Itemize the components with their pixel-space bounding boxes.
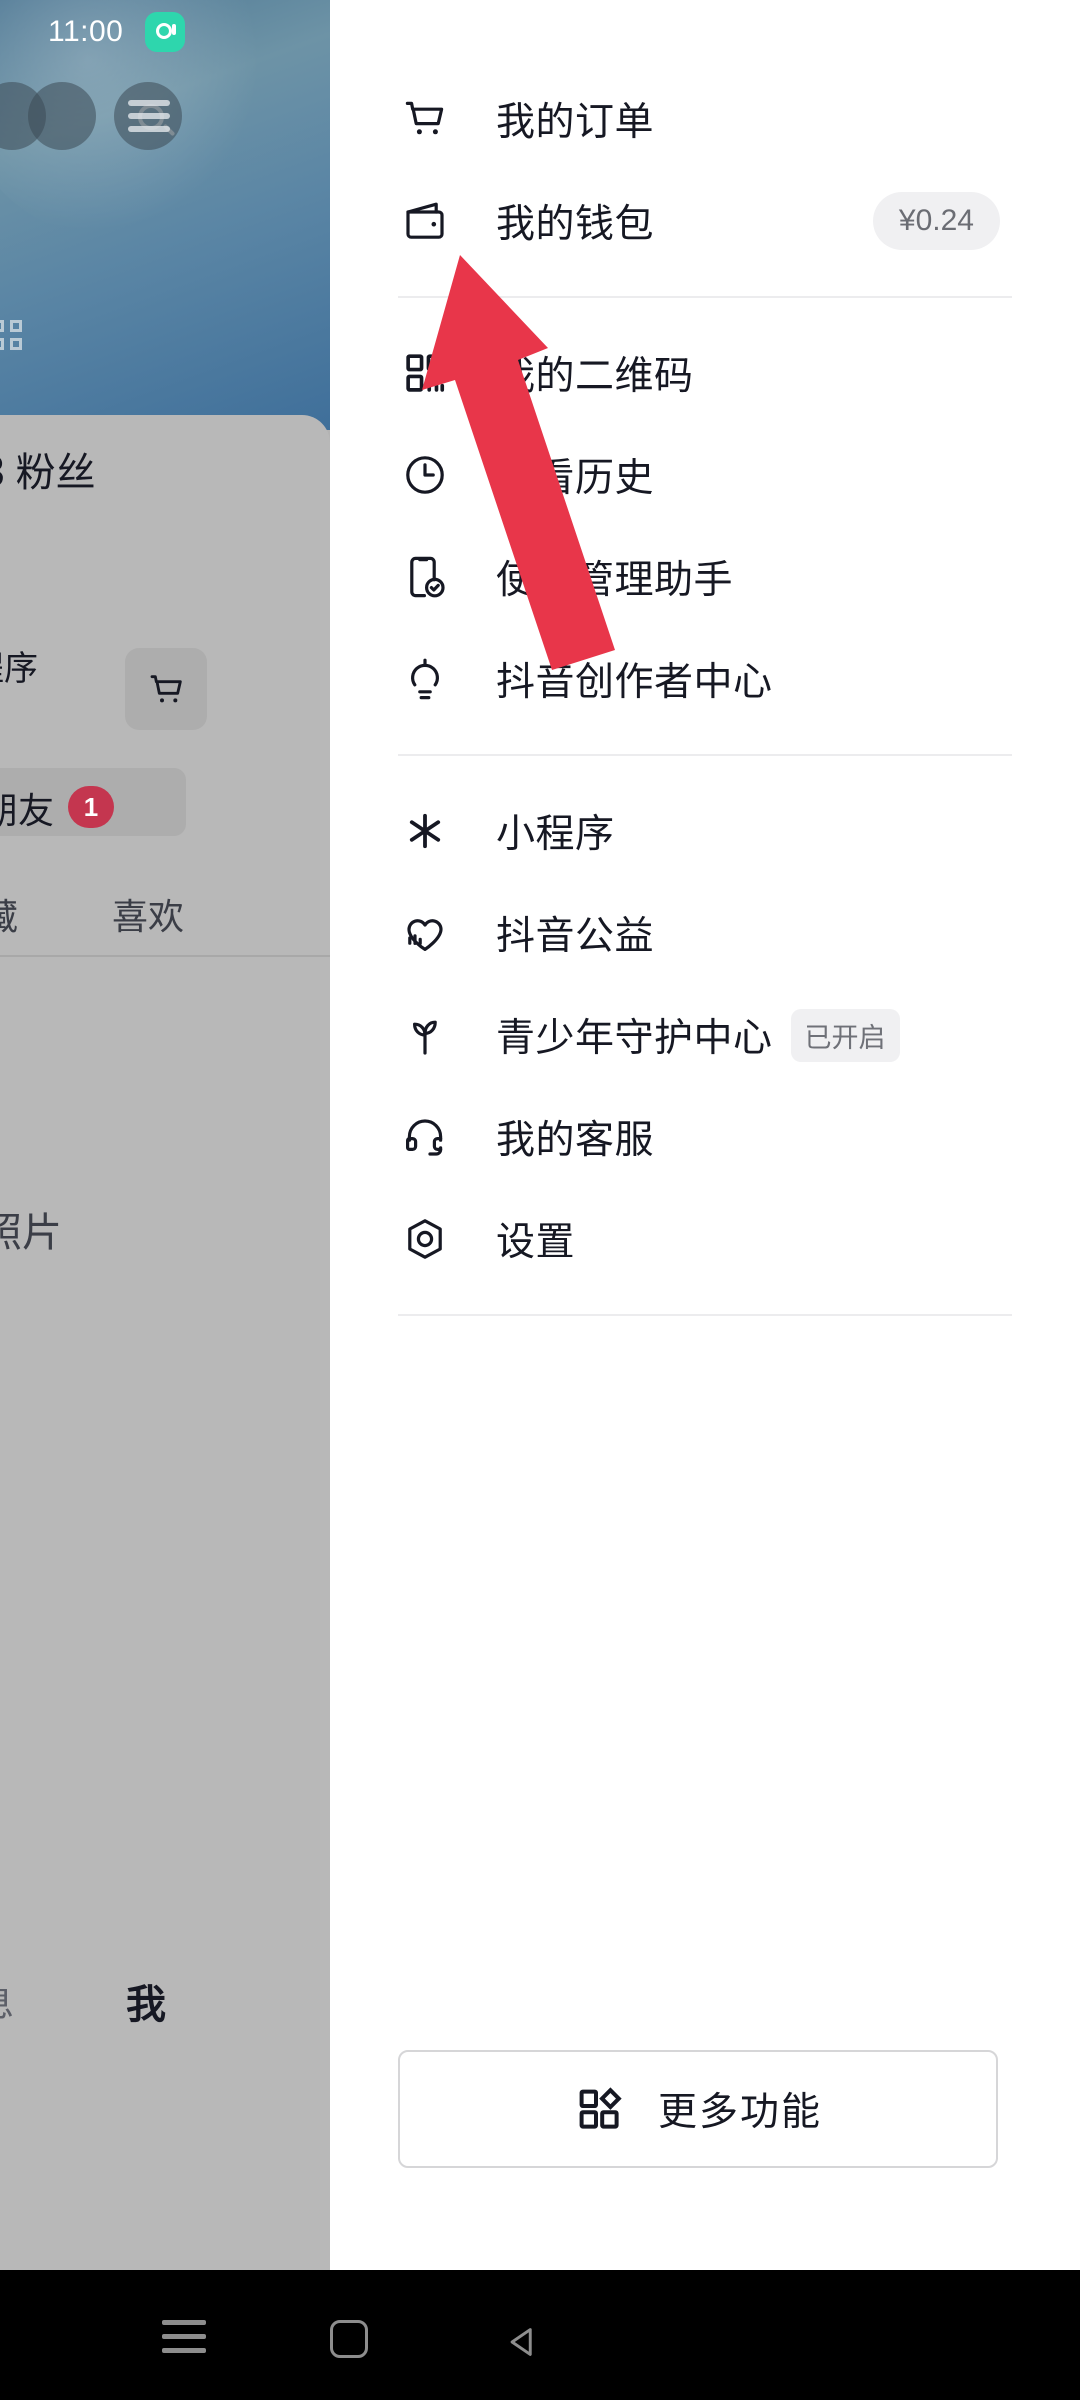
bottom-tab-me[interactable]: 我: [126, 1972, 166, 2030]
menu-item-label: 青少年守护中心: [496, 1017, 773, 1060]
background-profile-page[interactable]: 11:00 3 粉丝 程序 用: [0, 0, 330, 2270]
qr-code-icon: [398, 346, 452, 400]
apps-grid-icon: [574, 2085, 624, 2133]
menu-item-label: 我的客服: [496, 1119, 655, 1162]
fans-label: 粉丝: [15, 451, 96, 495]
menu-item-label: 抖音公益: [496, 915, 655, 958]
android-nav-bar: [0, 2270, 1080, 2400]
profile-header-banner: [0, 0, 330, 430]
gear-icon: [398, 1212, 452, 1266]
search-button[interactable]: [28, 82, 96, 150]
menu-item-label: 设置: [496, 1221, 576, 1264]
menu-section-primary: 我的订单 我的钱包 ¥0.24 我的二维码 观看历史 使用管理助手 抖音创作者中…: [330, 68, 1080, 1340]
wallet-balance-badge: ¥0.24: [872, 192, 1000, 250]
cart-shortcut-button[interactable]: [125, 648, 207, 730]
phone-screen: 11:00 3 粉丝 程序 用: [0, 0, 1080, 2400]
phone-check-icon: [398, 550, 452, 604]
program-subtitle: 用: [0, 694, 38, 735]
menu-item-watch-history[interactable]: 观看历史: [330, 424, 1080, 526]
menu-item-teen-guard[interactable]: 青少年守护中心 已开启: [330, 984, 1080, 1086]
hamburger-icon: [128, 100, 170, 134]
cart-icon: [398, 92, 452, 146]
cart-icon: [145, 670, 189, 710]
fans-stat[interactable]: 3 粉丝: [0, 440, 96, 498]
grid-icon: [0, 320, 34, 354]
friends-label: 朋友: [0, 790, 55, 831]
fans-count: 3: [0, 447, 4, 496]
menu-item-label: 抖音创作者中心: [496, 661, 773, 704]
menu-item-wallet[interactable]: 我的钱包 ¥0.24: [330, 170, 1080, 272]
clock-icon: [398, 448, 452, 502]
more-features-button[interactable]: 更多功能: [398, 2050, 998, 2168]
home-icon[interactable]: [330, 2320, 368, 2358]
heart-pulse-icon: [398, 906, 452, 960]
menu-item-orders[interactable]: 我的订单: [330, 68, 1080, 170]
menu-item-label: 我的二维码: [496, 355, 694, 398]
menu-item-label: 我的订单: [496, 101, 655, 144]
menu-item-usage-assistant[interactable]: 使用管理助手: [330, 526, 1080, 628]
friends-badge: 1: [68, 786, 114, 828]
tab-likes[interactable]: 喜欢: [112, 888, 184, 940]
menu-item-creator-center[interactable]: 抖音创作者中心: [330, 628, 1080, 730]
program-row[interactable]: 程序 用: [0, 645, 38, 735]
section-divider: [398, 296, 1012, 298]
bottom-tab-message[interactable]: 息: [0, 1975, 14, 2027]
menu-item-qrcode[interactable]: 我的二维码: [330, 322, 1080, 424]
status-bar-time: 11:00: [48, 15, 124, 48]
program-title: 程序: [0, 650, 38, 688]
more-features-label: 更多功能: [657, 2091, 822, 2134]
menu-item-label: 我的钱包: [496, 203, 655, 246]
teen-guard-status-badge: 已开启: [790, 1008, 900, 1062]
photos-label: 照片: [0, 1211, 62, 1255]
menu-item-charity[interactable]: 抖音公益: [330, 882, 1080, 984]
status-bar: 11:00: [0, 0, 330, 64]
menu-item-label: 使用管理助手: [496, 559, 734, 602]
recents-icon[interactable]: [162, 2320, 206, 2362]
section-divider: [398, 754, 1012, 756]
lightbulb-icon: [398, 652, 452, 706]
menu-item-label: 小程序: [496, 813, 615, 856]
asterisk-icon: [398, 804, 452, 858]
tab-divider: [0, 955, 330, 957]
menu-item-label: 观看历史: [496, 457, 655, 500]
record-app-icon: [145, 12, 186, 52]
tab-collection[interactable]: 藏: [0, 888, 18, 940]
menu-item-mini-program[interactable]: 小程序: [330, 780, 1080, 882]
menu-item-customer-service[interactable]: 我的客服: [330, 1086, 1080, 1188]
sprout-icon: [398, 1008, 452, 1062]
section-divider: [398, 1314, 1012, 1316]
wallet-icon: [398, 194, 452, 248]
side-drawer-panel: 我的订单 我的钱包 ¥0.24 我的二维码 观看历史 使用管理助手 抖音创作者中…: [330, 0, 1080, 2270]
menu-item-settings[interactable]: 设置: [330, 1188, 1080, 1290]
headset-icon: [398, 1110, 452, 1164]
